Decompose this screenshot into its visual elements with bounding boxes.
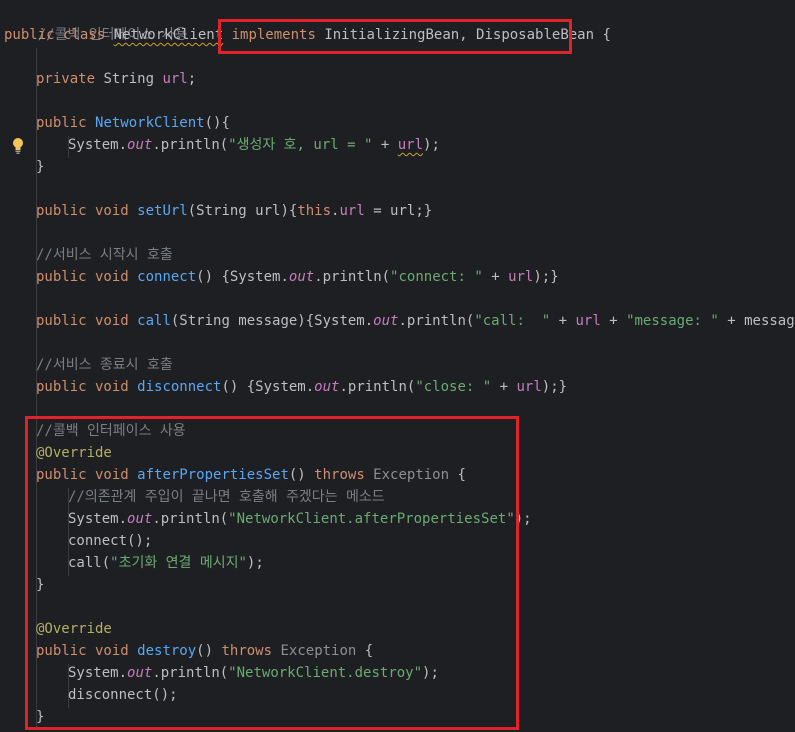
punct: ; — [187, 71, 197, 87]
type: String — [103, 71, 163, 87]
string: "close: " — [415, 379, 492, 395]
code-line: public void disconnect() {System.out.pri… — [36, 376, 567, 398]
field: url — [508, 269, 534, 285]
class-name[interactable]: NetworkClient — [114, 27, 224, 43]
code-line: private String url; — [36, 68, 196, 90]
punct: + message);} — [727, 313, 795, 329]
brace: { — [594, 27, 611, 43]
comment: //서비스 시작시 호출 — [36, 247, 173, 263]
field: url — [397, 137, 424, 153]
out-field: out — [127, 137, 153, 153]
method-name: call — [137, 313, 171, 329]
string: "call: " — [474, 313, 551, 329]
punct: () {System. — [221, 379, 315, 395]
string: "생성자 호, url = " — [228, 137, 373, 153]
keyword: public void — [36, 203, 138, 219]
punct: = url;} — [364, 203, 433, 219]
code-line: } — [36, 156, 44, 178]
println: .println( — [398, 313, 475, 329]
code-line: public NetworkClient(){ — [36, 112, 230, 134]
highlight-box-implements — [218, 19, 572, 54]
highlight-box-callbacks — [25, 416, 519, 730]
keyword: public void — [36, 379, 138, 395]
keyword: private — [36, 71, 104, 87]
punct: ); — [423, 137, 440, 153]
code-line: //콜백 인터페이스 사용 — [4, 2, 188, 43]
punct: );} — [533, 269, 559, 285]
lightbulb-icon[interactable] — [11, 137, 25, 155]
punct: (){ — [204, 115, 230, 131]
keyword: public void — [36, 313, 138, 329]
println: .println( — [152, 137, 229, 153]
keyword: public — [36, 115, 96, 131]
op: + — [600, 313, 627, 329]
code-line: public void connect() {System.out.printl… — [36, 266, 559, 288]
out-field: out — [288, 269, 315, 285]
keyword: public void — [36, 269, 138, 285]
brace: } — [36, 159, 45, 175]
field: url — [575, 313, 601, 329]
comment: //서비스 종료시 호출 — [36, 357, 173, 373]
punct: );} — [541, 379, 568, 395]
method-name: setUrl — [137, 203, 188, 219]
params: (String url){ — [187, 203, 298, 219]
punct: () {System. — [196, 269, 289, 285]
punct: (String message){System. — [170, 313, 374, 329]
keyword: this — [297, 203, 332, 219]
code-line: public void setUrl(String url){this.url … — [36, 200, 432, 222]
code-line: public void call(String message){System.… — [36, 310, 795, 332]
op: + — [372, 137, 398, 153]
out-field: out — [314, 379, 340, 395]
constructor-name: NetworkClient — [95, 115, 205, 131]
op: + — [491, 379, 517, 395]
code-line: System.out.println("생성자 호, url = " + url… — [68, 134, 440, 156]
method-name: disconnect — [137, 379, 222, 395]
code-line: //서비스 종료시 호출 — [36, 354, 173, 376]
println: .println( — [314, 269, 391, 285]
field: url — [339, 203, 365, 219]
out-field: out — [373, 313, 399, 329]
system: System. — [68, 137, 128, 153]
op: + — [550, 313, 576, 329]
method-name: connect — [137, 269, 197, 285]
code-line: //서비스 시작시 호출 — [36, 244, 173, 266]
string: "message: " — [626, 313, 719, 329]
string: "connect: " — [390, 269, 483, 285]
field: url — [516, 379, 542, 395]
op: + — [482, 269, 509, 285]
println: .println( — [339, 379, 416, 395]
field: url — [162, 71, 188, 87]
keyword: public class — [4, 27, 114, 43]
